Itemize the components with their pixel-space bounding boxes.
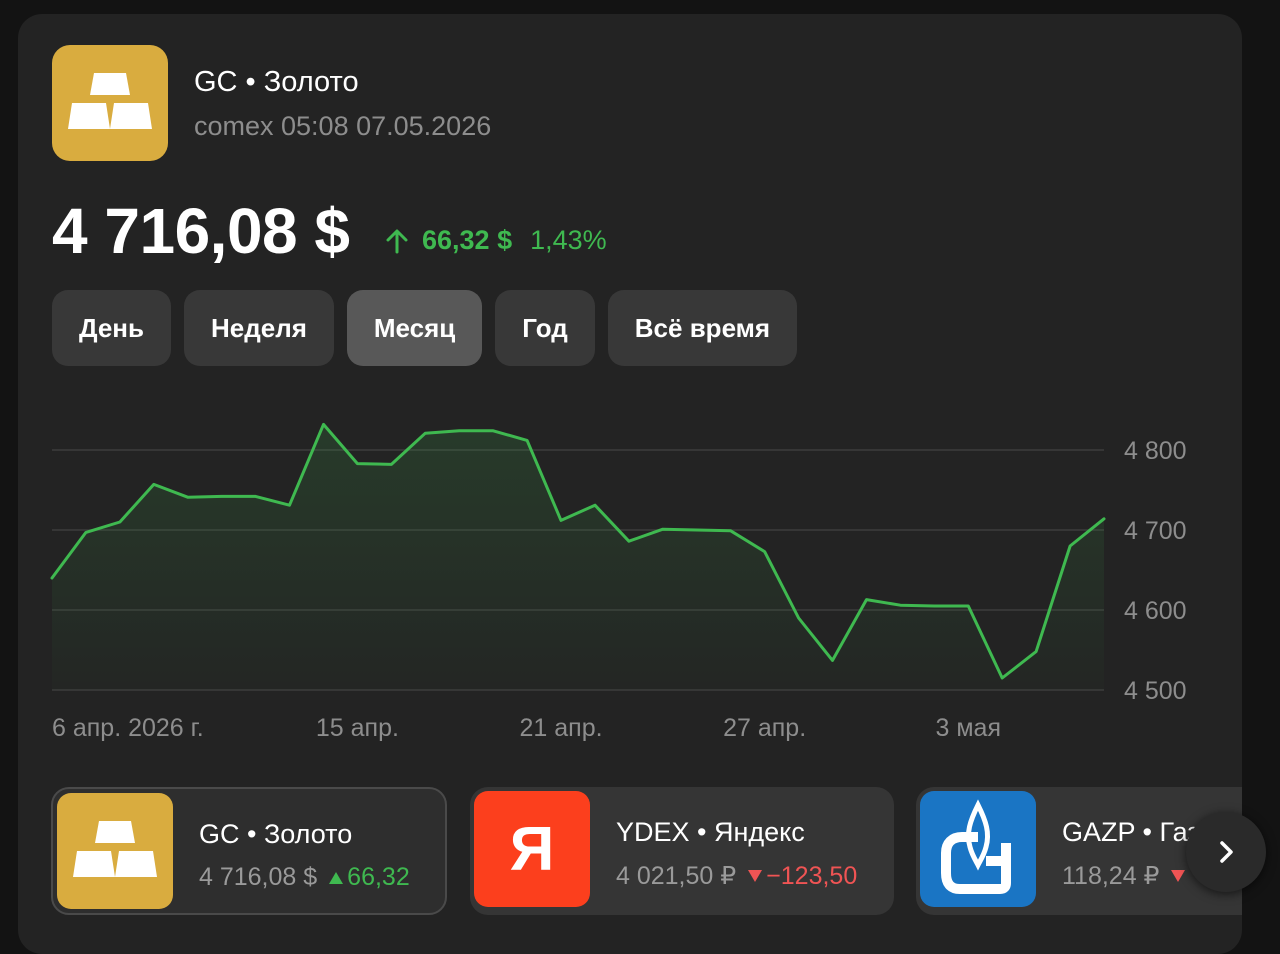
gold-bars-icon (52, 45, 168, 161)
ticker-name: GC • Золото (199, 819, 353, 849)
tab-month[interactable]: Месяц (346, 290, 483, 366)
ticker-card-gc[interactable]: GC • Золото 4 716,08 $ 66,32 (51, 787, 447, 915)
y-tick-label: 4 800 (1124, 437, 1187, 465)
ticker-price: 118,24 ₽ (1062, 862, 1160, 890)
ticker-price: 4 021,50 ₽ (616, 862, 737, 890)
instrument-title: GC • Золото (194, 66, 359, 98)
gold-bars-icon (57, 793, 173, 909)
x-tick-label: 3 мая (936, 714, 1001, 742)
chevron-right-icon (1220, 841, 1233, 863)
current-price: 4 716,08 $ (52, 195, 350, 267)
tab-year[interactable]: Год (495, 290, 595, 366)
ticker-change: 66,32 (347, 863, 410, 891)
gazprom-logo-icon (920, 791, 1036, 907)
price-change-pct: 1,43% (530, 225, 607, 255)
y-tick-label: 4 600 (1124, 597, 1187, 625)
triangle-up-icon (329, 871, 344, 884)
tab-week[interactable]: Неделя (184, 290, 334, 366)
instrument-card: GC • Золото comex 05:08 07.05.2026 4 716… (18, 14, 1242, 954)
yandex-logo-icon: Я (474, 791, 590, 907)
ticker-price: 4 716,08 $ (199, 863, 318, 891)
price-change: 66,32 $ 1,43% (384, 225, 607, 256)
y-tick-label: 4 700 (1124, 517, 1187, 545)
ticker-name: YDEX • Яндекс (616, 817, 805, 847)
tab-day[interactable]: День (52, 290, 171, 366)
tab-all-time[interactable]: Всё время (607, 290, 798, 366)
x-tick-label: 27 апр. (723, 714, 806, 742)
ticker-card-ydex[interactable]: Я YDEX • Яндекс 4 021,50 ₽ −123,50 (470, 787, 894, 915)
price-chart[interactable]: 4 800 4 700 4 600 4 500 6 апр. 2026 г. 15 апр… (18, 394, 1242, 754)
y-tick-label: 4 500 (1124, 677, 1187, 705)
arrow-up-icon (386, 229, 408, 253)
triangle-down-icon (1171, 870, 1186, 882)
triangle-down-icon (748, 870, 763, 882)
price-change-abs: 66,32 $ (422, 225, 513, 255)
x-tick-label: 6 апр. 2026 г. (52, 714, 204, 742)
price-area (52, 424, 1104, 690)
period-tabs: День Неделя Месяц Год Всё время (52, 290, 810, 366)
ticker-quote: 118,24 ₽ (1062, 861, 1189, 891)
related-tickers: GC • Золото 4 716,08 $ 66,32 Я YDEX • Ян… (51, 787, 1242, 915)
ticker-quote: 4 716,08 $ 66,32 (199, 863, 410, 892)
x-tick-label: 21 апр. (520, 714, 603, 742)
ticker-change: −123,50 (766, 861, 858, 890)
instrument-subtitle: comex 05:08 07.05.2026 (194, 111, 492, 141)
ticker-quote: 4 021,50 ₽ −123,50 (616, 861, 857, 891)
next-tickers-button[interactable] (1186, 812, 1266, 892)
x-tick-label: 15 апр. (316, 714, 399, 742)
